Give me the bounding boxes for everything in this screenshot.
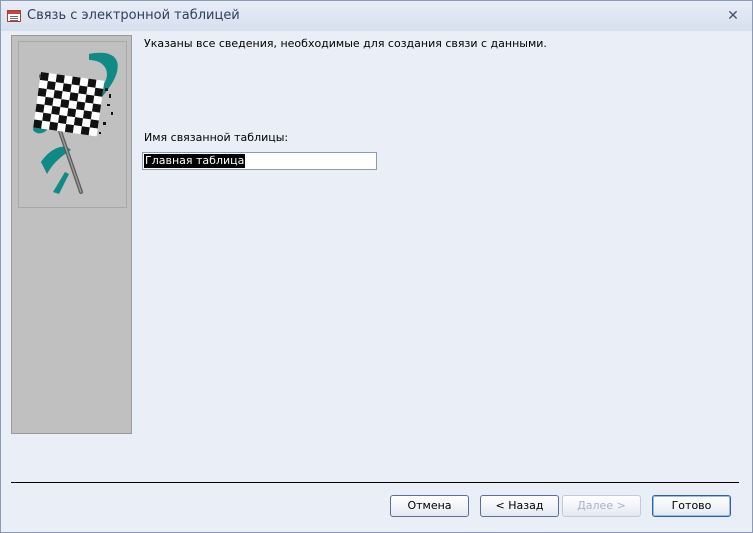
- wizard-body: Указаны все сведения, необходимые для со…: [2, 31, 751, 532]
- linked-table-name-value: Главная таблица: [144, 154, 246, 168]
- checkered-flag-image: [18, 41, 127, 208]
- app-icon: [7, 10, 21, 22]
- wizard-side-panel: [11, 35, 132, 434]
- footer-divider: [11, 482, 739, 483]
- linked-table-name-input[interactable]: Главная таблица: [142, 152, 377, 170]
- finish-button[interactable]: Готово: [652, 495, 731, 517]
- close-button[interactable]: ✕: [724, 7, 742, 25]
- linked-table-name-label: Имя связанной таблицы:: [144, 131, 289, 144]
- title-bar[interactable]: Связь с электронной таблицей ✕: [1, 1, 752, 31]
- back-button[interactable]: < Назад: [480, 495, 559, 517]
- checkered-flag-icon: [33, 52, 118, 194]
- cancel-button[interactable]: Отмена: [390, 495, 469, 517]
- window-title: Связь с электронной таблицей: [27, 8, 240, 23]
- next-button[interactable]: Далее >: [562, 495, 641, 517]
- dialog-window: Связь с электронной таблицей ✕ Указаны в…: [0, 0, 753, 533]
- wizard-instruction: Указаны все сведения, необходимые для со…: [144, 37, 547, 50]
